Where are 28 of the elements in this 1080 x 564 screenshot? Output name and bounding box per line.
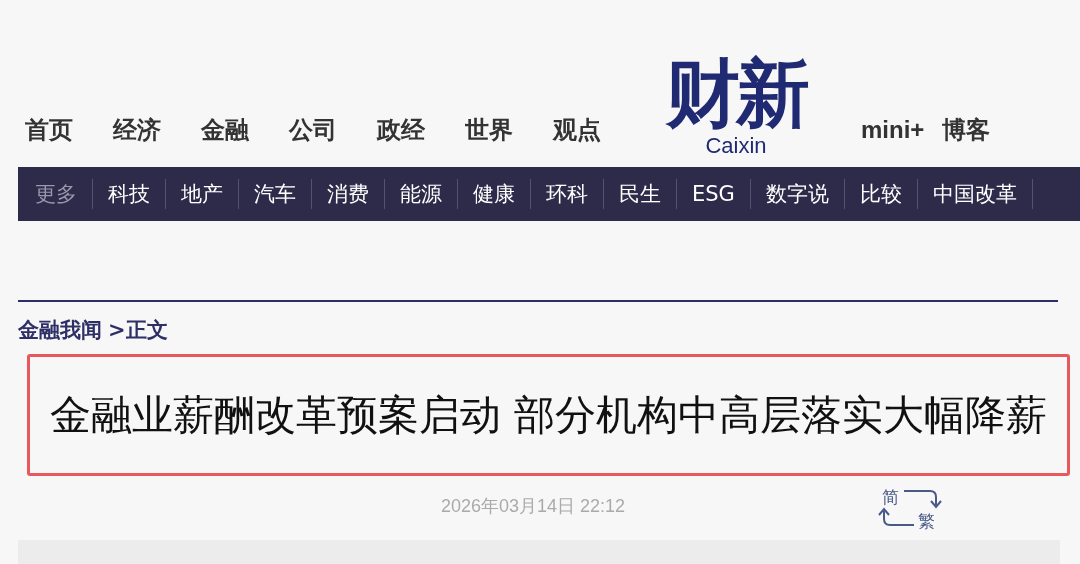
channel-link[interactable]: 比较	[844, 179, 918, 209]
channel-link[interactable]: 消费	[312, 179, 385, 209]
article-title: 金融业薪酬改革预案启动 部分机构中高层落实大幅降薪	[48, 390, 1048, 441]
channel-link[interactable]: 民生	[604, 179, 677, 209]
channel-link[interactable]: 中国改革	[917, 179, 1033, 209]
publish-date: 2026年03月14日 22:12	[441, 495, 626, 518]
nav-link[interactable]: 首页	[25, 115, 73, 145]
nav-link[interactable]: 政经	[377, 115, 425, 145]
channel-label: 更多	[20, 179, 93, 209]
nav-link[interactable]: 博客	[942, 115, 991, 145]
channel-link[interactable]: 数字说	[750, 179, 845, 209]
channel-link[interactable]: ESG	[677, 179, 751, 209]
nav-link[interactable]: 金融	[201, 115, 249, 145]
channel-link[interactable]: 汽车	[239, 179, 312, 209]
logo-mark[interactable]: 财新	[666, 53, 806, 133]
channel-link[interactable]: 能源	[385, 179, 458, 209]
nav-link[interactable]: 经济	[113, 115, 161, 145]
breadcrumb-link[interactable]: 金融我闻	[18, 316, 102, 344]
nav-link[interactable]: 观点	[553, 115, 601, 145]
breadcrumb-current: >正文	[108, 317, 168, 344]
nav-link[interactable]: 世界	[465, 115, 513, 145]
channel-link[interactable]: 环科	[531, 179, 604, 209]
channel-link[interactable]: 健康	[458, 179, 531, 209]
nav-link[interactable]: 公司	[289, 115, 337, 145]
channel-link[interactable]: 科技	[93, 179, 166, 209]
channel-link[interactable]: 地产	[166, 179, 239, 209]
logo-text: Caixin	[705, 133, 767, 159]
nav-link[interactable]: mini+	[861, 115, 925, 145]
